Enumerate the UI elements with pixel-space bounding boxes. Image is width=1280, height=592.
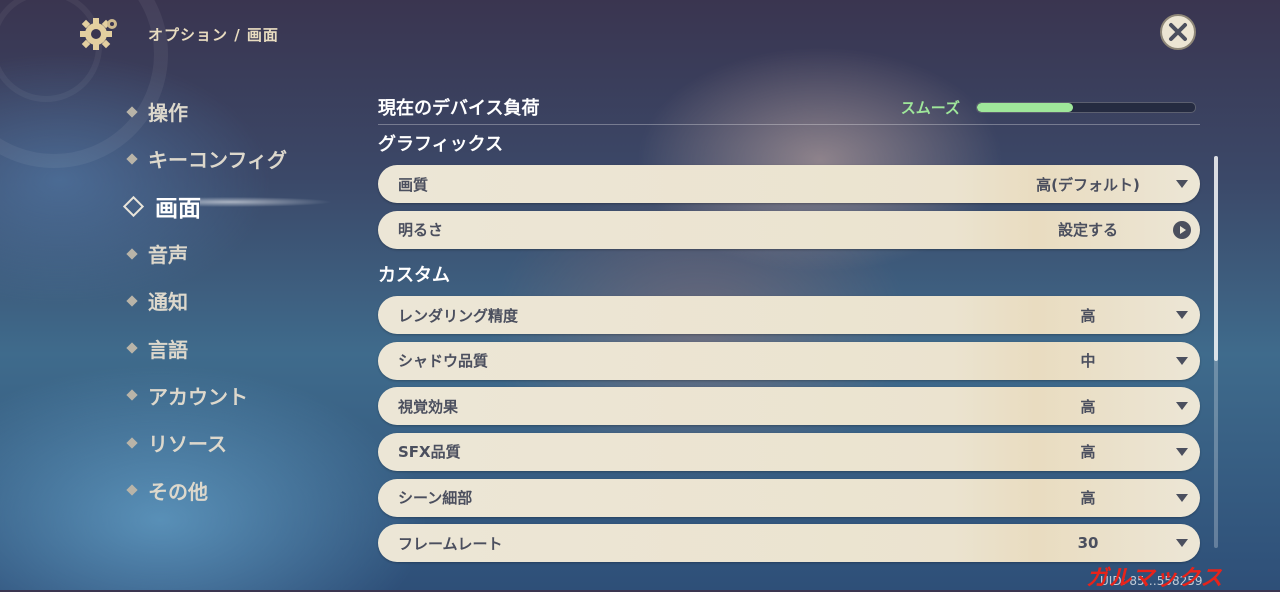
arrow-right-circle-icon[interactable] bbox=[1173, 220, 1191, 239]
sidebar-item-language[interactable]: 言語 bbox=[126, 324, 287, 371]
graphics-section-title: グラフィックス bbox=[378, 134, 504, 155]
selected-diamond-icon bbox=[122, 195, 145, 217]
sidebar-item-audio[interactable]: 音声 bbox=[126, 230, 287, 277]
scrollbar-thumb[interactable] bbox=[1214, 156, 1218, 361]
settings-panel: 現在のデバイス負荷 スムーズ グラフィックス 画質 高(デフォルト) 明るさ 設… bbox=[378, 90, 1200, 570]
setting-value: 高 bbox=[1080, 306, 1096, 325]
sidebar-item-notifications[interactable]: 通知 bbox=[126, 277, 287, 324]
setting-label: 視覚効果 bbox=[398, 397, 459, 416]
device-load-indicator: スムーズ bbox=[901, 97, 1196, 118]
gear-icon bbox=[78, 14, 118, 54]
sidebar-item-resources[interactable]: リソース bbox=[126, 419, 287, 466]
chevron-down-icon[interactable] bbox=[1176, 311, 1188, 320]
bullet-icon bbox=[126, 105, 138, 118]
bullet-icon bbox=[126, 153, 138, 165]
chevron-down-icon[interactable] bbox=[1176, 539, 1188, 548]
chevron-down-icon[interactable] bbox=[1176, 402, 1188, 411]
setting-label: 画質 bbox=[398, 175, 429, 194]
setting-row-frame-rate[interactable]: フレームレート 30 bbox=[378, 524, 1200, 563]
setting-row-visual-effects[interactable]: 視覚効果 高 bbox=[378, 387, 1200, 426]
setting-value: 30 bbox=[1077, 534, 1099, 553]
sidebar-item-label: その他 bbox=[148, 479, 208, 504]
sidebar-item-label: 音声 bbox=[148, 243, 188, 268]
bullet-icon bbox=[126, 484, 138, 496]
chevron-down-icon[interactable] bbox=[1176, 180, 1188, 188]
chevron-down-icon[interactable] bbox=[1176, 493, 1188, 502]
setting-row-graphics-quality[interactable]: 画質 高(デフォルト) bbox=[378, 165, 1200, 203]
sidebar-item-other[interactable]: その他 bbox=[126, 466, 287, 513]
chevron-down-icon[interactable] bbox=[1176, 356, 1188, 365]
bullet-icon bbox=[126, 247, 138, 260]
sidebar-item-label: アカウント bbox=[148, 384, 248, 409]
setting-label: レンダリング精度 bbox=[398, 306, 519, 325]
setting-label: シャドウ品質 bbox=[398, 352, 489, 371]
setting-label: 明るさ bbox=[398, 221, 444, 240]
custom-section-title: カスタム bbox=[378, 265, 450, 287]
setting-row-render-resolution[interactable]: レンダリング精度 高 bbox=[378, 296, 1200, 335]
device-load-title: 現在のデバイス負荷 bbox=[378, 98, 540, 119]
setting-row-shadow-quality[interactable]: シャドウ品質 中 bbox=[378, 341, 1200, 380]
sidebar-item-account[interactable]: アカウント bbox=[126, 372, 287, 419]
bullet-icon bbox=[126, 342, 138, 354]
setting-row-scene-detail[interactable]: シーン細部 高 bbox=[378, 478, 1200, 517]
bullet-icon bbox=[126, 295, 138, 307]
sidebar-item-label: 言語 bbox=[148, 337, 188, 362]
setting-label: SFX品質 bbox=[398, 443, 461, 462]
setting-row-sfx-quality[interactable]: SFX品質 高 bbox=[378, 432, 1200, 471]
sidebar-item-controls[interactable]: 操作 bbox=[126, 88, 287, 135]
sidebar-item-label: キーコンフィグ bbox=[148, 148, 287, 173]
device-load-bar bbox=[976, 101, 1196, 113]
bullet-icon bbox=[126, 437, 138, 449]
sidebar-item-label: リソース bbox=[148, 432, 227, 457]
sidebar-item-label: 画面 bbox=[155, 196, 201, 223]
bullet-icon bbox=[126, 389, 138, 402]
selection-sparkle bbox=[200, 196, 350, 208]
close-button[interactable] bbox=[1160, 14, 1196, 50]
setting-value: 高 bbox=[1080, 397, 1096, 416]
scrollbar[interactable] bbox=[1214, 156, 1218, 548]
setting-row-brightness[interactable]: 明るさ 設定する bbox=[378, 210, 1200, 249]
chevron-down-icon[interactable] bbox=[1176, 447, 1188, 456]
device-load-row: 現在のデバイス負荷 スムーズ bbox=[378, 90, 1200, 125]
setting-value: 高(デフォルト) bbox=[1036, 175, 1140, 194]
device-load-fill bbox=[977, 102, 1073, 112]
setting-label: フレームレート bbox=[398, 534, 503, 553]
setting-label: シーン細部 bbox=[398, 489, 473, 508]
device-load-status: スムーズ bbox=[900, 98, 960, 117]
setting-value: 設定する bbox=[1057, 221, 1118, 240]
watermark: ガルマックス bbox=[1086, 566, 1224, 591]
header: オプション / 画面 bbox=[78, 14, 279, 54]
setting-value: 中 bbox=[1080, 352, 1096, 371]
setting-value: 高 bbox=[1080, 489, 1096, 508]
breadcrumb: オプション / 画面 bbox=[148, 25, 279, 44]
close-icon bbox=[1169, 23, 1187, 41]
setting-value: 高 bbox=[1080, 443, 1096, 462]
sidebar-item-label: 操作 bbox=[148, 101, 188, 126]
sidebar-nav: 操作 キーコンフィグ 画面 音声 通知 言語 アカウント リソース その他 bbox=[122, 88, 287, 514]
sidebar-item-label: 通知 bbox=[148, 290, 188, 315]
sidebar-item-key-config[interactable]: キーコンフィグ bbox=[126, 135, 287, 182]
